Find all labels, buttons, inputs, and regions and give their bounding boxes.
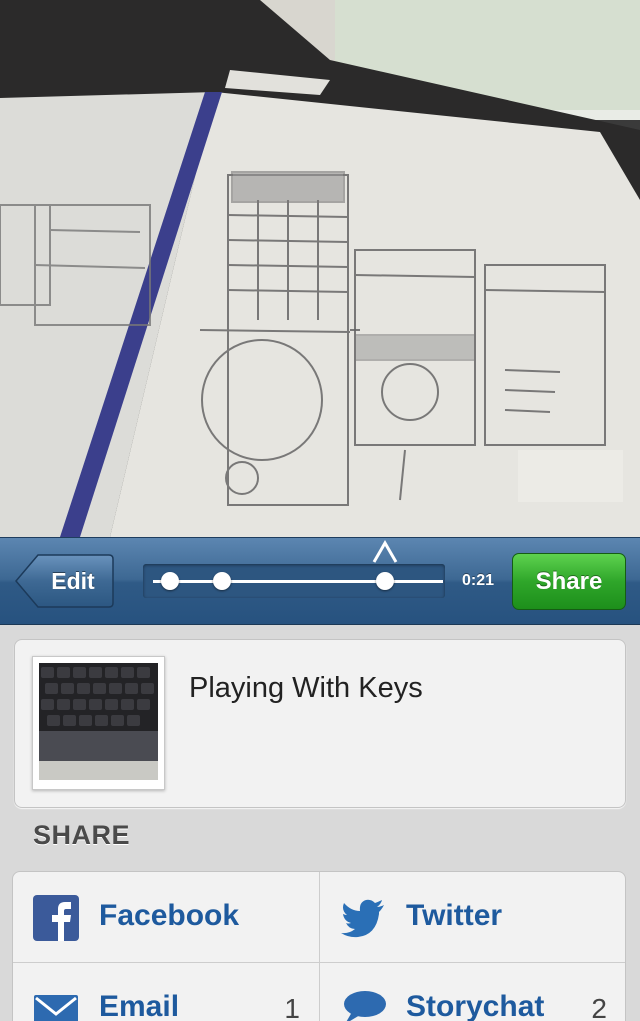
email-count: 1 [284,993,300,1021]
edit-button-label: Edit [51,568,95,594]
facebook-icon [33,895,79,941]
email-label: Email [99,990,180,1021]
share-facebook-button[interactable]: Facebook [13,872,320,962]
edit-back-button[interactable]: Edit [14,553,114,609]
share-panel: Playing With Keys SHARE Facebook Twitter [0,626,640,1021]
share-options-grid: Facebook Twitter Email 1 Storychat 2 [12,871,626,1021]
chat-bubble-icon [344,991,386,1021]
story-card[interactable]: Playing With Keys [14,639,626,808]
timeline-line [153,580,443,583]
timeline-marker[interactable] [213,572,231,590]
share-storychat-button[interactable]: Storychat 2 [320,963,625,1021]
story-thumbnail[interactable] [32,656,165,790]
storychat-count: 2 [591,993,607,1021]
story-title: Playing With Keys [189,672,423,704]
email-icon [34,995,78,1021]
timeline-scrubber[interactable] [143,564,445,598]
facebook-label: Facebook [99,899,240,932]
editor-toolbar: Edit 0:21 Share [0,537,640,625]
timeline-marker[interactable] [161,572,179,590]
playhead-caret-icon[interactable] [371,540,399,564]
share-twitter-button[interactable]: Twitter [320,872,625,962]
elapsed-time: 0:21 [462,572,495,589]
share-button[interactable]: Share [512,553,626,610]
twitter-icon [341,899,384,938]
sketchbook-photo [0,0,640,537]
share-section-heading: SHARE [33,820,131,850]
storychat-label: Storychat [406,990,545,1021]
timeline-marker[interactable] [376,572,394,590]
share-email-button[interactable]: Email 1 [13,963,320,1021]
twitter-label: Twitter [406,899,503,932]
